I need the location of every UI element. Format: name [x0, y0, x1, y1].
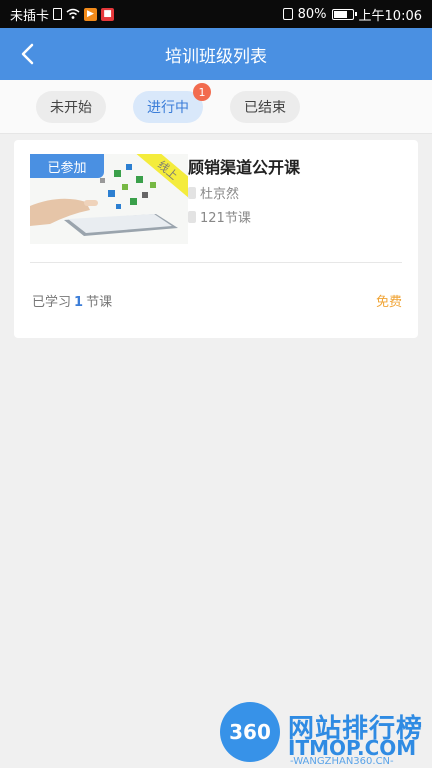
- tab-label: 已结束: [244, 100, 286, 116]
- watermark: 360 网站排行榜 ITMOP.COM -WANGZHAN360.CN-: [220, 700, 432, 768]
- teacher-icon: [188, 186, 196, 199]
- lessons-icon: [188, 210, 196, 223]
- lessons-row: 121节课: [188, 207, 251, 226]
- count-badge: 1: [193, 83, 211, 101]
- video-app-icon: ▶: [84, 7, 98, 21]
- tab-finished[interactable]: 已结束: [230, 91, 300, 123]
- tab-label: 未开始: [50, 100, 92, 116]
- progress-count: 1: [74, 295, 84, 310]
- message-app-icon: ■: [101, 7, 115, 21]
- tab-label: 进行中: [147, 100, 189, 116]
- course-card[interactable]: 已参加 线上 顾销渠道公开课 杜京然 121节课 已学习 1 节课 免费: [14, 140, 418, 338]
- progress-text: 已学习 1 节课: [32, 291, 112, 310]
- teacher-row: 杜京然: [188, 183, 239, 202]
- tab-in-progress[interactable]: 进行中 1: [133, 83, 211, 123]
- battery-icon: [331, 8, 357, 20]
- nfc-icon: [282, 8, 293, 20]
- clock: 上午10:06: [358, 8, 422, 24]
- app-header: 培训班级列表: [0, 28, 432, 80]
- page-title: 培训班级列表: [165, 46, 267, 67]
- back-button[interactable]: [8, 34, 48, 74]
- watermark-logo: 360: [220, 702, 280, 762]
- course-title: 顾销渠道公开课: [188, 158, 301, 177]
- status-tabs: 未开始 进行中 1 已结束: [0, 80, 432, 134]
- watermark-subtitle: -WANGZHAN360.CN-: [290, 756, 394, 767]
- status-bar: 未插卡 ▶ ■ 80% 上午10:06: [0, 0, 432, 28]
- joined-tag: 已参加: [30, 154, 104, 178]
- teacher-name: 杜京然: [200, 187, 240, 202]
- divider: [30, 262, 402, 263]
- battery-percent: 80%: [297, 6, 327, 22]
- wifi-icon: [66, 8, 80, 20]
- lesson-count: 121节课: [200, 211, 251, 226]
- progress-suffix: 节课: [86, 295, 113, 310]
- price-label: 免费: [375, 295, 402, 310]
- sim-icon: [53, 8, 63, 20]
- carrier-text: 未插卡: [10, 8, 50, 24]
- progress-prefix: 已学习: [32, 295, 72, 310]
- chevron-left-icon: [21, 43, 34, 65]
- course-thumbnail: 已参加 线上: [30, 154, 188, 244]
- tab-not-started[interactable]: 未开始: [36, 91, 106, 123]
